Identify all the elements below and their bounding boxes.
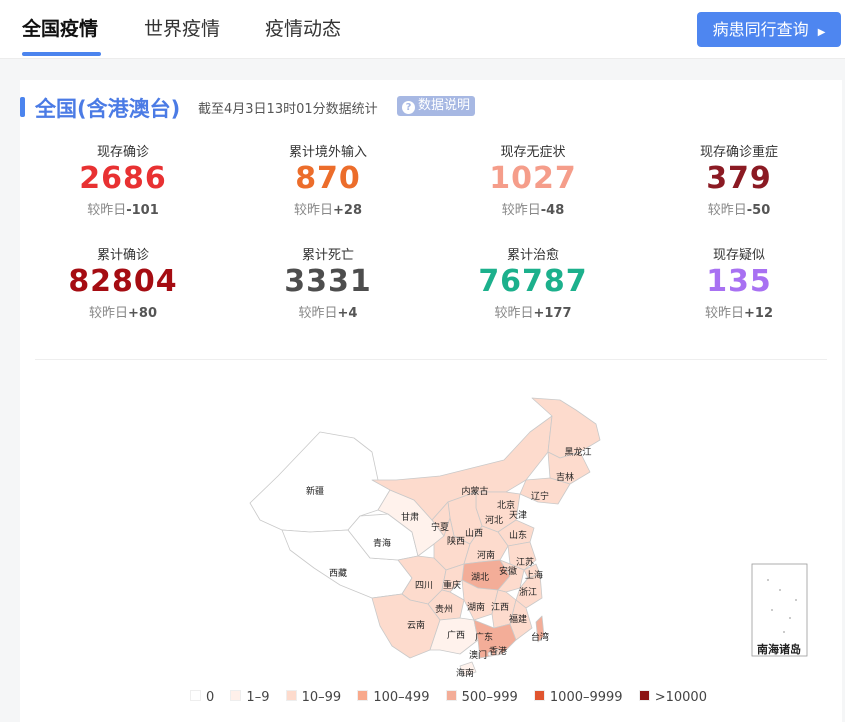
map-label: 贵州: [435, 603, 453, 615]
inset-label: 南海诸岛: [757, 642, 801, 656]
map-label: 山西: [465, 528, 483, 539]
legend-item[interactable]: 10–99: [285, 690, 341, 705]
map-label: 辽宁: [531, 490, 549, 502]
map-label: 香港: [489, 645, 507, 657]
legend-item[interactable]: 100–499: [357, 690, 429, 705]
map-label: 青海: [373, 537, 391, 549]
legend-item[interactable]: 0: [190, 690, 214, 705]
map-label: 江苏: [516, 556, 534, 568]
top-navigation: 全国疫情 世界疫情 疫情动态 病患同行查询 ▶: [0, 0, 845, 59]
legend-swatch: [190, 690, 201, 701]
map-label: 天津: [509, 510, 527, 521]
map-label: 湖南: [467, 601, 485, 613]
legend-swatch: [638, 690, 650, 701]
map-label: 广东: [475, 631, 493, 643]
map-label: 海南: [456, 667, 474, 679]
query-button-label: 病患同行查询: [712, 20, 809, 39]
map-label: 山东: [509, 529, 527, 541]
china-epidemic-map[interactable]: 新疆 西藏 青海 甘肃 宁夏 内蒙古 黑龙江 吉林 辽宁 北京 天津 河北 山西…: [20, 80, 842, 680]
tab-national[interactable]: 全国疫情: [22, 14, 98, 41]
map-label: 宁夏: [431, 521, 449, 533]
tab-world[interactable]: 世界疫情: [144, 14, 220, 41]
map-label: 江西: [491, 602, 509, 613]
legend-item[interactable]: 500–999: [445, 690, 518, 705]
legend-item[interactable]: 1–9: [230, 690, 269, 705]
legend-swatch: [285, 690, 297, 701]
legend-item[interactable]: 1000–9999: [533, 690, 623, 705]
map-label: 黑龙江: [564, 446, 591, 458]
legend-swatch: [357, 690, 369, 701]
map-label: 吉林: [556, 471, 574, 483]
map-label: 澳门: [469, 649, 487, 661]
map-label: 浙江: [519, 586, 537, 598]
map-label: 西藏: [329, 567, 347, 579]
map-label: 甘肃: [401, 511, 419, 523]
map-label: 内蒙古: [461, 485, 488, 497]
map-label: 福建: [509, 613, 527, 625]
legend-swatch: [445, 690, 457, 701]
map-label: 安徽: [499, 565, 517, 577]
same-trip-query-button[interactable]: 病患同行查询 ▶: [697, 12, 841, 47]
map-label: 上海: [525, 569, 543, 581]
map-label: 湖北: [471, 572, 489, 583]
map-label: 云南: [407, 619, 425, 631]
map-label: 河南: [477, 549, 495, 561]
map-legend: 0 1–9 10–99 100–499 500–999 1000–9999 >1…: [190, 690, 719, 705]
map-label: 台湾: [531, 631, 549, 643]
map-label: 重庆: [443, 579, 461, 591]
national-stats-card: 全国(含港澳台) 截至4月3日13时01分数据统计 ? 数据说明 现存确诊 268…: [20, 80, 842, 722]
chevron-right-icon: ▶: [817, 27, 826, 38]
tab-news[interactable]: 疫情动态: [265, 14, 341, 41]
legend-swatch: [533, 690, 545, 701]
legend-swatch: [230, 690, 242, 701]
legend-item[interactable]: >10000: [638, 690, 707, 705]
map-label: 新疆: [306, 485, 324, 497]
map-label: 北京: [497, 499, 515, 511]
active-tab-indicator: [22, 52, 101, 56]
map-label: 河北: [485, 514, 503, 526]
map-label: 陕西: [447, 535, 465, 547]
map-label: 广西: [447, 629, 465, 641]
map-label: 四川: [415, 581, 433, 591]
